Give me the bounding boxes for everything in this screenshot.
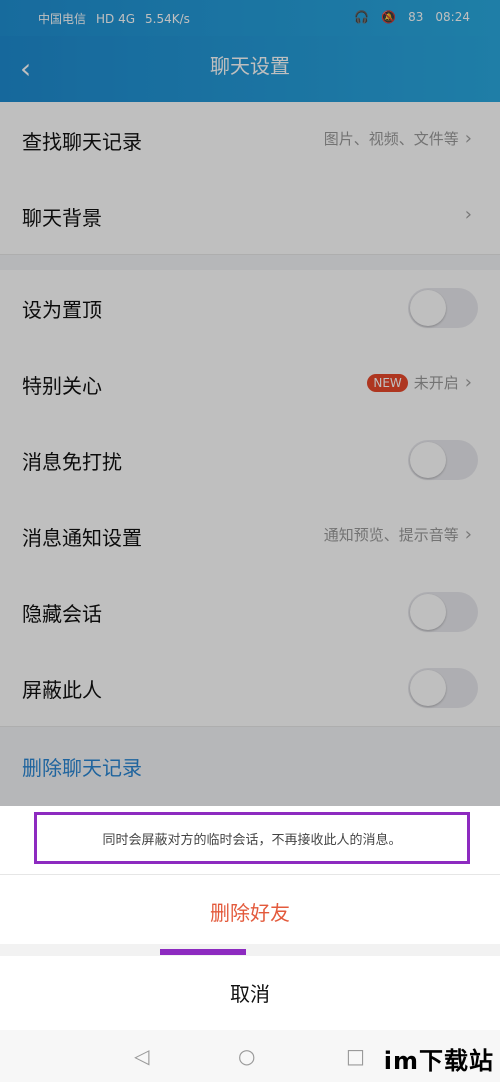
status-bar: 中国电信 HD 4G 5.54K/s 🎧 🔕 83 08:24 [0, 0, 500, 36]
nav-home-icon[interactable]: ○ [238, 1044, 255, 1068]
row-right: 通知预览、提示音等 › [324, 524, 472, 545]
row-chat-background[interactable]: 聊天背景 › [0, 178, 500, 255]
battery-label: 83 [408, 10, 424, 24]
mute-icon: 🔕 [381, 10, 397, 24]
row-right: › [465, 204, 472, 225]
time-label: 08:24 [435, 10, 470, 24]
carrier-label: 中国电信 [38, 12, 87, 26]
row-label: 聊天背景 [22, 206, 102, 230]
row-pin-top[interactable]: 设为置顶 [0, 270, 500, 347]
chevron-right-icon: › [464, 524, 472, 545]
headphones-icon: 🎧 [354, 10, 370, 24]
toggle-knob [410, 442, 446, 478]
delete-history-link[interactable]: 删除聊天记录 [22, 752, 142, 781]
cancel-button[interactable]: 取消 [0, 958, 500, 1030]
row-block-user[interactable]: 屏蔽此人 [0, 650, 500, 727]
row-special-care[interactable]: 特别关心 NEW 未开启 › [0, 346, 500, 423]
row-label: 特别关心 [22, 374, 102, 398]
row-right: 图片、视频、文件等 › [324, 128, 472, 149]
row-hide-conversation[interactable]: 隐藏会话 [0, 574, 500, 651]
nav-back-icon[interactable]: ◁ [134, 1044, 149, 1068]
toggle-knob [410, 670, 446, 706]
status-left: 中国电信 HD 4G 5.54K/s [38, 10, 190, 27]
nav-recent-icon[interactable]: □ [346, 1044, 365, 1068]
network-label: HD 4G [96, 11, 136, 26]
speed-label: 5.54K/s [145, 11, 190, 26]
status-right: 🎧 🔕 83 08:24 [354, 10, 470, 24]
row-value: 通知预览、提示音等 [323, 526, 459, 544]
row-search-history[interactable]: 查找聊天记录 图片、视频、文件等 › [0, 102, 500, 179]
new-badge: NEW [367, 373, 408, 392]
watermark: im下载站 [383, 1047, 494, 1075]
row-label: 查找聊天记录 [22, 130, 142, 154]
row-right: NEW 未开启 › [367, 372, 472, 393]
hide-toggle[interactable] [408, 592, 478, 632]
toggle-knob [410, 594, 446, 630]
chevron-right-icon: › [464, 372, 472, 393]
row-label: 消息通知设置 [22, 526, 142, 550]
divider [0, 874, 500, 875]
accent-bar [160, 949, 246, 955]
row-value: 图片、视频、文件等 [323, 130, 459, 148]
row-label: 设为置顶 [22, 298, 102, 322]
settings-list: 查找聊天记录 图片、视频、文件等 › 聊天背景 › 设为置顶 特别关心 NEW … [0, 102, 500, 806]
page-title: 聊天设置 [210, 54, 290, 78]
row-label: 隐藏会话 [22, 602, 102, 626]
dnd-toggle[interactable] [408, 440, 478, 480]
navbar: ‹ 聊天设置 [0, 36, 500, 102]
warning-text: 同时会屏蔽对方的临时会话，不再接收此人的消息。 [34, 812, 470, 864]
row-label: 屏蔽此人 [22, 678, 102, 702]
pin-top-toggle[interactable] [408, 288, 478, 328]
row-label: 消息免打扰 [22, 450, 122, 474]
chevron-right-icon: › [464, 204, 472, 225]
row-do-not-disturb[interactable]: 消息免打扰 [0, 422, 500, 499]
toggle-knob [410, 290, 446, 326]
sheet-gap [0, 944, 500, 956]
row-value: 未开启 [413, 374, 459, 392]
row-notification-settings[interactable]: 消息通知设置 通知预览、提示音等 › [0, 498, 500, 575]
delete-friend-button[interactable]: 删除好友 [0, 882, 500, 944]
block-toggle[interactable] [408, 668, 478, 708]
chevron-right-icon: › [464, 128, 472, 149]
